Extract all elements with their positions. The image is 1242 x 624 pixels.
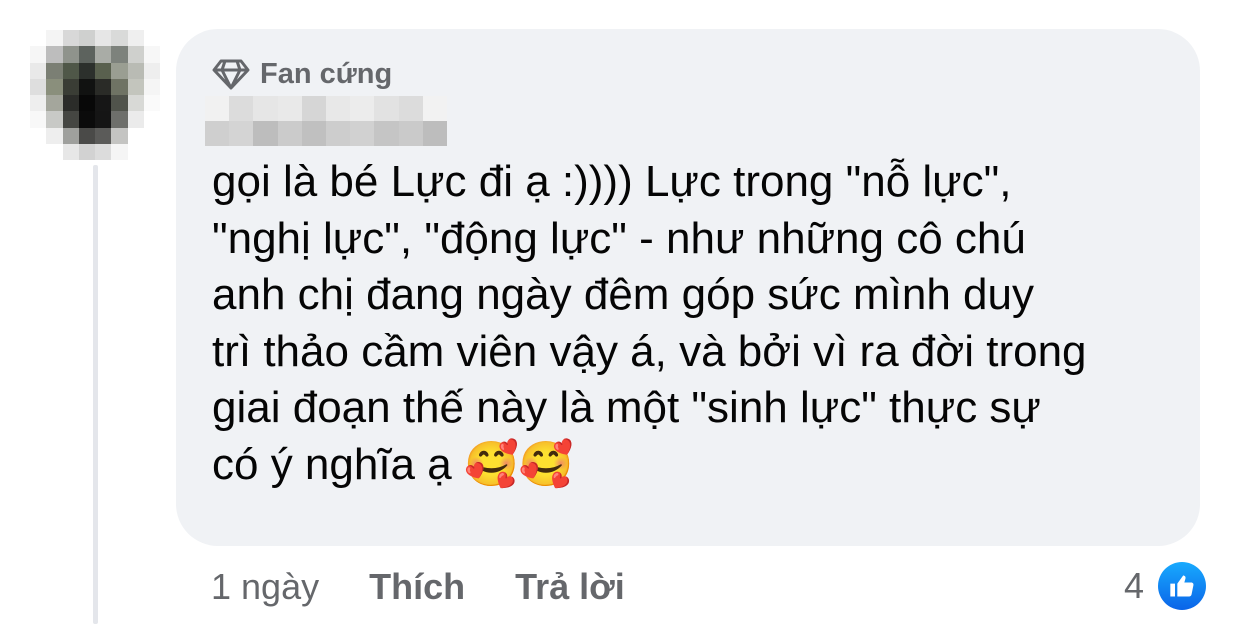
fan-badge-label: Fan cứng bbox=[260, 57, 393, 90]
reactions[interactable]: 4 bbox=[1124, 560, 1206, 612]
avatar[interactable] bbox=[30, 30, 160, 160]
like-button[interactable]: Thích bbox=[369, 566, 465, 608]
commenter-name[interactable] bbox=[205, 96, 447, 146]
like-thumb-icon bbox=[1158, 562, 1206, 610]
reaction-count: 4 bbox=[1123, 565, 1144, 606]
comment-text: gọi là bé Lực đi ạ :)))) Lực trong "nỗ l… bbox=[212, 157, 1087, 489]
comment-timestamp[interactable]: 1 ngày bbox=[211, 566, 319, 608]
comment-actions: 1 ngày Thích Trả lời bbox=[211, 562, 625, 612]
diamond-icon bbox=[212, 59, 250, 90]
reply-button[interactable]: Trả lời bbox=[515, 566, 625, 608]
thread-line bbox=[93, 165, 98, 624]
fan-badge: Fan cứng bbox=[212, 56, 392, 92]
